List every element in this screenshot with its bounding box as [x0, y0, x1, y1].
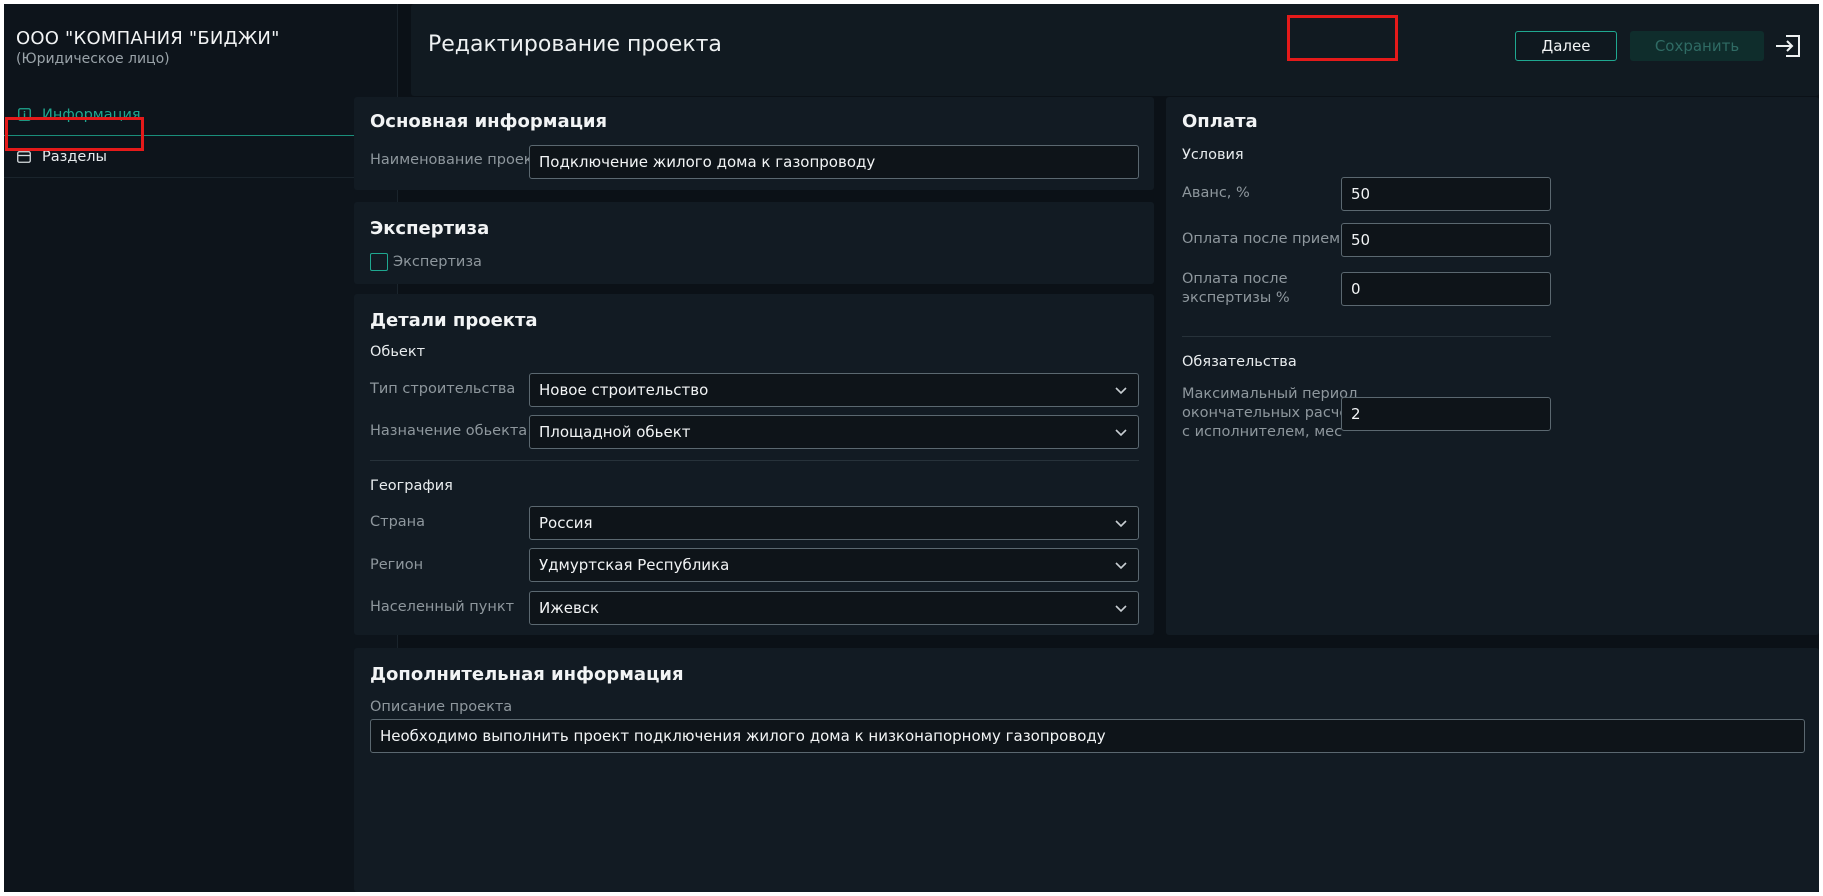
sidebar: ООО "КОМПАНИЯ "БИДЖИ" (Юридическое лицо)… [4, 4, 398, 892]
next-button[interactable]: Далее [1515, 31, 1617, 61]
logout-button[interactable] [1773, 31, 1803, 61]
after-expertise-label: Оплата после экспертизы % [1182, 270, 1290, 308]
section-title: Дополнительная информация [370, 664, 684, 685]
project-details-card: Детали проекта Обьект Тип строительства … [354, 294, 1154, 635]
country-label: Страна [370, 514, 426, 530]
select-value: Новое строительство [539, 381, 709, 399]
expertise-card: Экспертиза Экспертиза [354, 202, 1154, 284]
geography-subtitle: География [370, 478, 453, 494]
highlight-box [1287, 15, 1398, 61]
select-value: Удмуртская Республика [539, 556, 730, 574]
divider [1182, 336, 1551, 337]
chevron-down-icon [1115, 520, 1127, 528]
construction-type-label: Тип строительства [370, 381, 516, 397]
section-title: Детали проекта [370, 310, 538, 331]
conditions-subtitle: Условия [1182, 147, 1244, 163]
select-value: Ижевск [539, 599, 600, 617]
purpose-select[interactable]: Площадной обьект [529, 415, 1139, 449]
company-name: ООО "КОМПАНИЯ "БИДЖИ" [16, 28, 280, 49]
divider [370, 460, 1139, 461]
expertise-checkbox[interactable] [370, 253, 388, 271]
additional-info-card: Дополнительная информация Описание проек… [354, 648, 1819, 892]
city-label: Населенный пункт [370, 599, 515, 615]
sidebar-item-label: Информация [42, 106, 141, 123]
page-header: Редактирование проекта Далее Сохранить [411, 4, 1819, 96]
basic-info-card: Основная информация Наименование проекта… [354, 97, 1154, 190]
max-period-input[interactable]: 2 [1341, 397, 1551, 431]
page-title: Редактирование проекта [428, 32, 722, 57]
chevron-down-icon [1115, 429, 1127, 437]
city-select[interactable]: Ижевск [529, 591, 1139, 625]
chevron-down-icon [1115, 562, 1127, 570]
section-title: Основная информация [370, 111, 608, 132]
region-label: Регион [370, 557, 424, 573]
company-type: (Юридическое лицо) [16, 51, 170, 67]
after-expertise-input[interactable]: 0 [1341, 272, 1551, 306]
country-select[interactable]: Россия [529, 506, 1139, 540]
info-icon [16, 107, 32, 123]
after-acceptance-input[interactable]: 50 [1341, 223, 1551, 257]
obligations-subtitle: Обязательства [1182, 354, 1297, 370]
project-name-label: Наименование проекта [370, 152, 550, 168]
label-line: экспертизы % [1182, 290, 1290, 306]
section-title: Оплата [1182, 111, 1258, 132]
logout-icon [1776, 35, 1800, 57]
advance-input[interactable]: 50 [1341, 177, 1551, 211]
app-window: ООО "КОМПАНИЯ "БИДЖИ" (Юридическое лицо)… [4, 4, 1819, 892]
payment-card: Оплата Условия Аванс, % 50 Оплата после … [1166, 97, 1819, 635]
chevron-down-icon [1115, 387, 1127, 395]
section-title: Экспертиза [370, 218, 490, 239]
select-value: Россия [539, 514, 593, 532]
object-subtitle: Обьект [370, 344, 426, 360]
save-button[interactable]: Сохранить [1630, 31, 1764, 61]
sidebar-item-sections[interactable]: Разделы [4, 136, 398, 178]
sidebar-item-info[interactable]: Информация [4, 94, 398, 136]
advance-label: Аванс, % [1182, 185, 1250, 201]
select-value: Площадной обьект [539, 423, 691, 441]
description-label: Описание проекта [370, 699, 513, 715]
company-block: ООО "КОМПАНИЯ "БИДЖИ" (Юридическое лицо) [16, 28, 280, 67]
chevron-down-icon [1115, 605, 1127, 613]
region-select[interactable]: Удмуртская Республика [529, 548, 1139, 582]
project-name-input[interactable]: Подключение жилого дома к газопроводу [529, 145, 1139, 179]
sections-icon [16, 149, 32, 165]
purpose-label: Назначение обьекта [370, 423, 528, 439]
description-input[interactable]: Необходимо выполнить проект подключения … [370, 719, 1805, 753]
expertise-checkbox-label: Экспертиза [393, 254, 482, 270]
label-line: Оплата после [1182, 271, 1288, 287]
sidebar-item-label: Разделы [42, 148, 108, 165]
construction-type-select[interactable]: Новое строительство [529, 373, 1139, 407]
